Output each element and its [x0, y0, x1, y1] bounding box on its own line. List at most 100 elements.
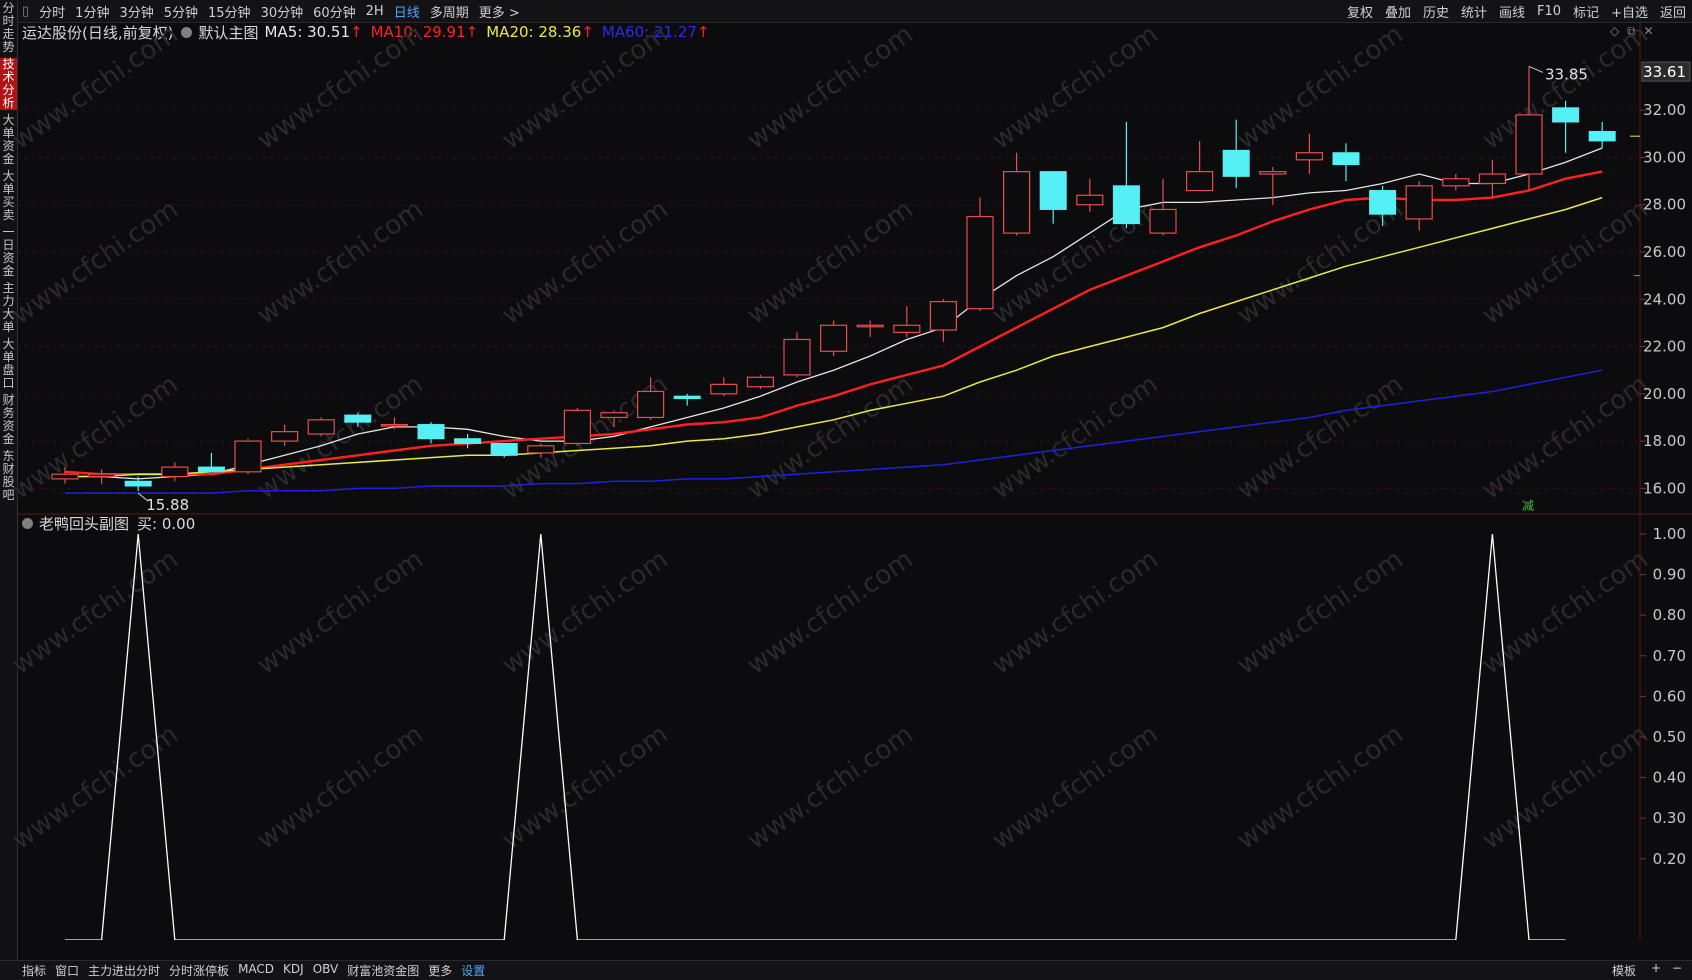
candle-body-up — [380, 423, 408, 427]
candle-body-up — [819, 324, 848, 352]
bottom-tab-3[interactable]: 分时涨停板 — [169, 962, 229, 979]
low-price-label: 15.88 — [146, 496, 189, 514]
candle-body-up — [51, 473, 79, 480]
template-button[interactable]: 模板 — [1612, 962, 1636, 979]
candle-body-up — [966, 215, 994, 310]
candle-body-down — [1222, 149, 1250, 177]
candle-body-down — [454, 438, 482, 444]
candle-body-up — [234, 440, 262, 473]
candle-body-up — [710, 383, 738, 395]
last-price-label: 33.61 — [1643, 63, 1686, 81]
candle-body-up — [1002, 171, 1031, 234]
bottom-tab-5[interactable]: KDJ — [283, 962, 304, 979]
watermark-text: www.cfchi.com — [7, 19, 184, 155]
sub-y-tick-label: 0.40 — [1653, 769, 1686, 787]
candle-body-up — [563, 409, 592, 445]
candle-body-up — [929, 301, 958, 331]
candle-body-up — [1149, 208, 1177, 234]
sub-y-tick-label: 0.50 — [1653, 728, 1686, 746]
candle-body-down — [417, 424, 445, 440]
candle-body-down — [344, 414, 372, 423]
candle-body-up — [600, 412, 628, 419]
candle-body-up — [1515, 114, 1543, 175]
main-y-axis: 32.00 30.00 28.00 26.00 24.00 22.00 20.00 18.00… — [1640, 61, 1691, 497]
watermark-text: www.cfchi.com — [1477, 719, 1654, 855]
watermark-text: www.cfchi.com — [1232, 544, 1409, 680]
y-tick-label: 18.00 — [1643, 432, 1686, 450]
sub-y-tick-label: 1.00 — [1653, 525, 1686, 543]
high-pointer — [1528, 65, 1544, 73]
annotations: 33.85 15.88 减 — [137, 65, 1640, 514]
candle-body-down — [124, 480, 152, 487]
watermark-text: www.cfchi.com — [987, 544, 1164, 680]
watermark-text: www.cfchi.com — [497, 719, 674, 855]
candle-body-up — [856, 324, 884, 328]
candle-body-up — [1185, 171, 1214, 192]
bottom-tab-4[interactable]: MACD — [238, 962, 274, 979]
candle-body-down — [1112, 185, 1140, 225]
bottom-tab-1[interactable]: 窗口 — [55, 962, 79, 979]
reduce-marker: 减 — [1522, 499, 1534, 513]
candle-body-up — [1076, 194, 1104, 206]
watermark-text: www.cfchi.com — [987, 719, 1164, 855]
candle-body-up — [783, 338, 811, 376]
candle-body-down — [1552, 107, 1580, 123]
candle-body-up — [1478, 173, 1507, 185]
watermark-text: www.cfchi.com — [7, 194, 184, 330]
candle-body-up — [161, 466, 189, 478]
watermark-text: www.cfchi.com — [252, 719, 429, 855]
high-price-label: 33.85 — [1545, 65, 1588, 83]
watermark-layer: www.cfchi.com www.cfchi.com www.cfchi.com w… — [7, 19, 1654, 855]
indicator-tabs: 指标 窗口 主力进出分时 分时涨停板 MACD KDJ OBV 财富池资金图 更多 设置 — [22, 962, 494, 979]
bottom-tab-2[interactable]: 主力进出分时 — [88, 962, 160, 979]
candle-body-up — [746, 376, 775, 388]
candle-body-down — [490, 442, 518, 456]
bottom-toolbar: 指标 窗口 主力进出分时 分时涨停板 MACD KDJ OBV 财富池资金图 更多 设置 模板 +… — [0, 960, 1692, 980]
bottom-tab-0[interactable]: 指标 — [22, 962, 46, 979]
bottom-tab-8[interactable]: 更多 — [428, 962, 452, 979]
sub-y-axis: 1.00 0.90 0.80 0.70 0.60 0.50 0.40 0.30 0.20 — [1640, 525, 1686, 868]
watermark-text: www.cfchi.com — [742, 719, 919, 855]
watermark-text: www.cfchi.com — [742, 194, 919, 330]
y-tick-label: 26.00 — [1643, 243, 1686, 261]
sub-y-tick-label: 0.20 — [1653, 850, 1686, 868]
watermark-text: www.cfchi.com — [742, 19, 919, 155]
bottom-tab-6[interactable]: OBV — [313, 962, 339, 979]
watermark-text: www.cfchi.com — [1232, 369, 1409, 505]
candle-body-up — [1259, 171, 1287, 175]
y-tick-label: 24.00 — [1643, 290, 1686, 308]
watermark-text: www.cfchi.com — [1477, 194, 1654, 330]
candle-body-up — [527, 445, 555, 454]
watermark-text: www.cfchi.com — [252, 19, 429, 155]
zoom-in-button[interactable]: + — [1651, 961, 1661, 975]
watermark-text: www.cfchi.com — [7, 369, 184, 505]
y-tick-label: 32.00 — [1643, 101, 1686, 119]
watermark-text: www.cfchi.com — [7, 544, 184, 680]
watermark-text: www.cfchi.com — [497, 19, 674, 155]
candle-body-up — [1442, 178, 1470, 187]
y-tick-label: 22.00 — [1643, 338, 1686, 356]
candle-body-up — [893, 324, 921, 333]
candle-body-down — [197, 466, 225, 473]
kline-chart[interactable]: www.cfchi.com www.cfchi.com www.cfchi.com w… — [0, 0, 1692, 940]
candle-body-down — [673, 395, 701, 400]
candle-body-up — [87, 473, 116, 478]
zoom-out-button[interactable]: − — [1672, 961, 1682, 975]
watermark-text: www.cfchi.com — [252, 194, 429, 330]
candle-body-down — [1039, 171, 1067, 210]
watermark-text: www.cfchi.com — [1232, 719, 1409, 855]
candle-body-down — [1369, 190, 1397, 215]
y-tick-label: 20.00 — [1643, 385, 1686, 403]
bottom-tab-7[interactable]: 财富池资金图 — [347, 962, 419, 979]
y-tick-label: 28.00 — [1643, 196, 1686, 214]
sub-y-tick-label: 0.70 — [1653, 647, 1686, 665]
y-tick-label: 16.00 — [1643, 479, 1686, 497]
watermark-text: www.cfchi.com — [742, 544, 919, 680]
candle-body-down — [1588, 130, 1616, 142]
watermark-text: www.cfchi.com — [497, 194, 674, 330]
bottom-tab-9[interactable]: 设置 — [461, 962, 485, 979]
sub-y-tick-label: 0.90 — [1653, 566, 1686, 584]
watermark-text: www.cfchi.com — [742, 369, 919, 505]
watermark-text: www.cfchi.com — [987, 369, 1164, 505]
candle-body-up — [1295, 152, 1324, 161]
